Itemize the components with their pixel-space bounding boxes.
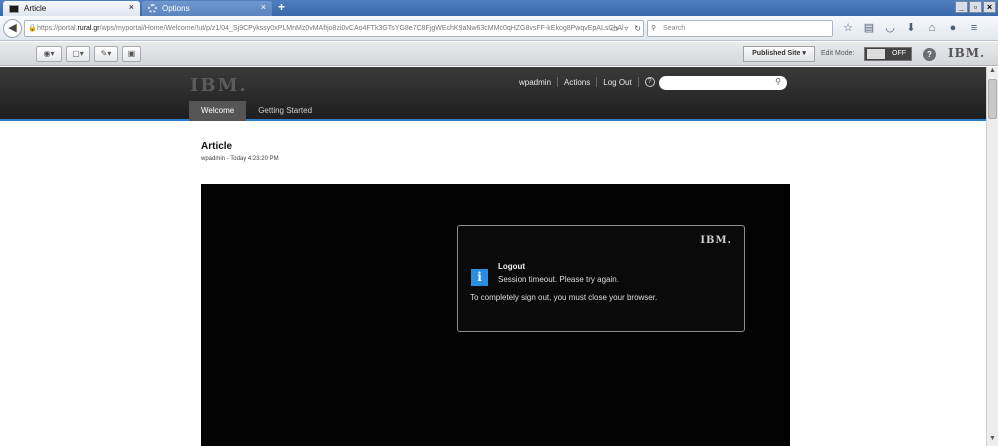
divider bbox=[596, 77, 598, 87]
navigation-bar: ◀ 🔒 https://portal.rural.gr/wps/myportal… bbox=[0, 16, 998, 41]
dialog-note: To completely sign out, you must close y… bbox=[470, 293, 658, 302]
bookmark-list-icon[interactable]: ▤ bbox=[861, 20, 877, 36]
article-meta: wpadmin - Today 4:23:20 PM bbox=[201, 156, 279, 162]
gear-icon bbox=[148, 4, 157, 13]
pocket-icon[interactable]: ◡ bbox=[882, 20, 898, 36]
tab-welcome[interactable]: Welcome bbox=[189, 101, 247, 121]
tab-options[interactable]: Options × bbox=[142, 1, 272, 16]
published-site-dropdown[interactable]: Published Site ▾ bbox=[743, 46, 815, 62]
ibm-favicon-icon bbox=[9, 4, 19, 13]
url-path: /wps/myportal/Home/Welcome/!ut/p/z1/04_S… bbox=[99, 25, 624, 32]
logout-dialog: IBM. i Logout Session timeout. Please tr… bbox=[457, 225, 745, 332]
content-panel: IBM. i Logout Session timeout. Please tr… bbox=[201, 184, 790, 446]
tab-label: Article bbox=[24, 4, 47, 13]
dialog-logo: IBM. bbox=[700, 235, 732, 246]
divider bbox=[637, 77, 639, 87]
star-icon[interactable]: ☆ bbox=[840, 20, 856, 36]
tab-label: Options bbox=[162, 4, 190, 13]
tab-article[interactable]: Article × bbox=[3, 1, 140, 16]
browser-search-input[interactable]: ⚲ Search bbox=[647, 20, 833, 37]
user-links: wpadmin Actions Log Out ? bbox=[519, 77, 655, 87]
new-tab-button[interactable]: + bbox=[278, 0, 285, 14]
url-bar[interactable]: 🔒 https://portal.rural.gr/wps/myportal/H… bbox=[24, 20, 644, 37]
page-scrollbar[interactable]: ▲ ▼ bbox=[986, 67, 998, 446]
actions-link[interactable]: Actions bbox=[564, 78, 590, 87]
portal-search-input[interactable]: ⚲ bbox=[659, 76, 787, 90]
toggle-knob bbox=[867, 49, 885, 59]
lock-icon: 🔒 bbox=[28, 25, 37, 32]
edit-mode-label: Edit Mode: bbox=[821, 50, 855, 57]
page-info-button[interactable]: ▣ bbox=[122, 46, 141, 62]
ibm-logo: IBM. bbox=[948, 46, 986, 60]
portal-menu-button[interactable]: ◉▾ bbox=[36, 46, 62, 62]
dialog-heading: Logout bbox=[498, 262, 526, 271]
dropdown-icon[interactable]: ▿ bbox=[624, 21, 628, 36]
logout-link[interactable]: Log Out bbox=[603, 78, 631, 87]
search-icon[interactable]: ⚲ bbox=[775, 77, 781, 86]
close-tab-icon[interactable]: × bbox=[129, 2, 134, 12]
portal-nav-tabs: Welcome Getting Started bbox=[189, 101, 324, 121]
portal-toolbar: ◉▾ ▢▾ ✎▾ ▣ Published Site ▾ Edit Mode: O… bbox=[0, 42, 998, 66]
back-button[interactable]: ◀ bbox=[3, 19, 22, 38]
minimize-icon[interactable]: _ bbox=[955, 1, 968, 13]
page-menu-button[interactable]: ▢▾ bbox=[66, 46, 90, 62]
info-icon: i bbox=[471, 269, 488, 286]
toggle-state: OFF bbox=[892, 50, 906, 57]
close-tab-icon[interactable]: × bbox=[261, 2, 266, 12]
search-icon: ⚲ bbox=[651, 25, 657, 32]
portal-header: IBM. wpadmin Actions Log Out ? ⚲ Welcome… bbox=[0, 67, 986, 121]
url-prefix: https://portal. bbox=[37, 25, 78, 32]
scroll-up-icon[interactable]: ▲ bbox=[987, 67, 998, 78]
reader-view-icon[interactable]: ▭ bbox=[611, 21, 619, 36]
browser-tab-strip: Article × Options × + _ ▫ × bbox=[0, 0, 998, 16]
scroll-down-icon[interactable]: ▼ bbox=[987, 435, 998, 446]
edit-mode-toggle[interactable]: OFF bbox=[864, 47, 912, 61]
page-content: Article wpadmin - Today 4:23:20 PM IBM. … bbox=[0, 123, 986, 446]
user-link[interactable]: wpadmin bbox=[519, 78, 551, 87]
download-icon[interactable]: ⬇ bbox=[903, 20, 919, 36]
help-icon[interactable]: ? bbox=[644, 77, 655, 87]
portal-logo: IBM. bbox=[190, 75, 248, 96]
tools-button[interactable]: ✎▾ bbox=[94, 46, 118, 62]
browser-toolbar-icons: ☆ ▤ ◡ ⬇ ⌂ ● ≡ bbox=[840, 20, 982, 36]
reload-icon[interactable]: ↻ bbox=[634, 21, 641, 36]
menu-icon[interactable]: ≡ bbox=[966, 20, 982, 36]
close-window-icon[interactable]: × bbox=[983, 1, 996, 13]
url-domain: rural.gr bbox=[77, 25, 100, 32]
divider bbox=[557, 77, 559, 87]
help-button[interactable]: ? bbox=[923, 48, 936, 61]
url-actions: ▭ ▿ ↻ bbox=[611, 21, 641, 36]
window-controls: _ ▫ × bbox=[955, 1, 996, 13]
search-placeholder: Search bbox=[663, 25, 686, 32]
home-icon[interactable]: ⌂ bbox=[924, 20, 940, 36]
tab-getting-started[interactable]: Getting Started bbox=[246, 101, 324, 121]
scroll-thumb[interactable] bbox=[988, 79, 997, 119]
maximize-icon[interactable]: ▫ bbox=[969, 1, 982, 13]
page-title: Article bbox=[201, 141, 233, 152]
dialog-message: Session timeout. Please try again. bbox=[498, 275, 619, 284]
chat-icon[interactable]: ● bbox=[945, 20, 961, 36]
